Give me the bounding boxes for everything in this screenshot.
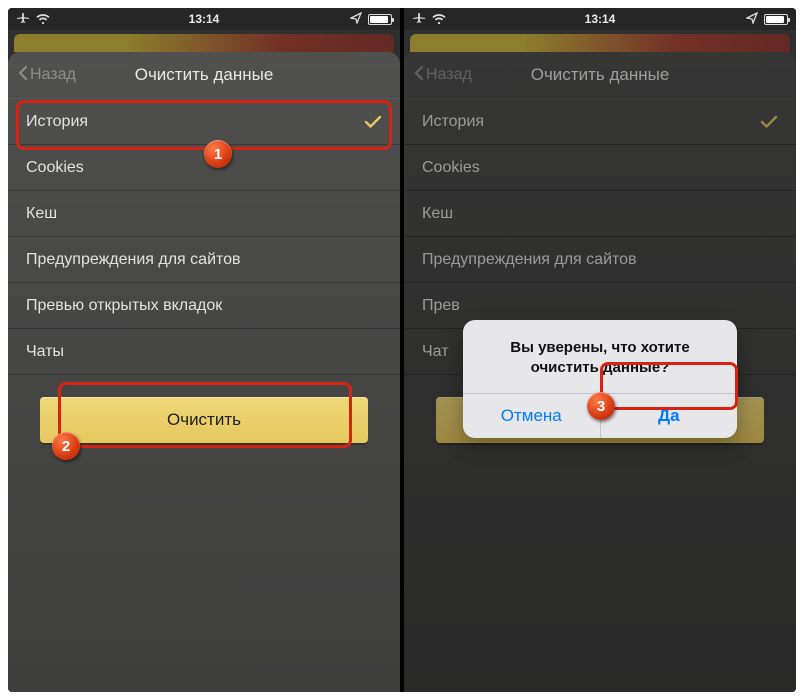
row-label: Превью открытых вкладок [26, 297, 222, 315]
alert-cancel-button[interactable]: Отмена [463, 394, 601, 438]
clear-data-sheet: Назад Очистить данные История Cookies Ке… [8, 52, 400, 692]
phone-screenshot-right: 13:14 Назад Очистить данные [404, 8, 796, 692]
row-tab-previews[interactable]: Превью открытых вкладок [8, 283, 400, 329]
status-bar: 13:14 [404, 8, 796, 30]
chevron-left-icon [18, 65, 28, 86]
background-peek [410, 34, 790, 52]
row-label: История [26, 113, 88, 131]
back-label: Назад [30, 66, 76, 84]
clear-button[interactable]: Очистить [40, 397, 368, 443]
status-time: 13:14 [404, 12, 796, 26]
confirm-alert: Вы уверены, что хотите очистить данные? … [463, 320, 737, 438]
row-label: Кеш [26, 205, 57, 223]
checkmark-icon [364, 115, 382, 129]
row-history[interactable]: История [8, 99, 400, 145]
row-label: Предупреждения для сайтов [26, 251, 241, 269]
row-label: Чаты [26, 343, 64, 361]
clear-data-sheet: Назад Очистить данные История Cookies Ке… [404, 52, 796, 692]
background-peek [14, 34, 394, 52]
back-button[interactable]: Назад [18, 65, 76, 86]
status-time: 13:14 [8, 12, 400, 26]
status-bar: 13:14 [8, 8, 400, 30]
alert-confirm-button[interactable]: Да [601, 394, 738, 438]
row-site-warnings[interactable]: Предупреждения для сайтов [8, 237, 400, 283]
row-label: Cookies [26, 159, 84, 177]
row-chats[interactable]: Чаты [8, 329, 400, 375]
row-cookies[interactable]: Cookies [8, 145, 400, 191]
battery-icon [368, 14, 392, 25]
battery-icon [764, 14, 788, 25]
phone-screenshot-left: 13:14 Назад Очистить данные [8, 8, 400, 692]
alert-message: Вы уверены, что хотите очистить данные? [463, 320, 737, 393]
row-cache[interactable]: Кеш [8, 191, 400, 237]
